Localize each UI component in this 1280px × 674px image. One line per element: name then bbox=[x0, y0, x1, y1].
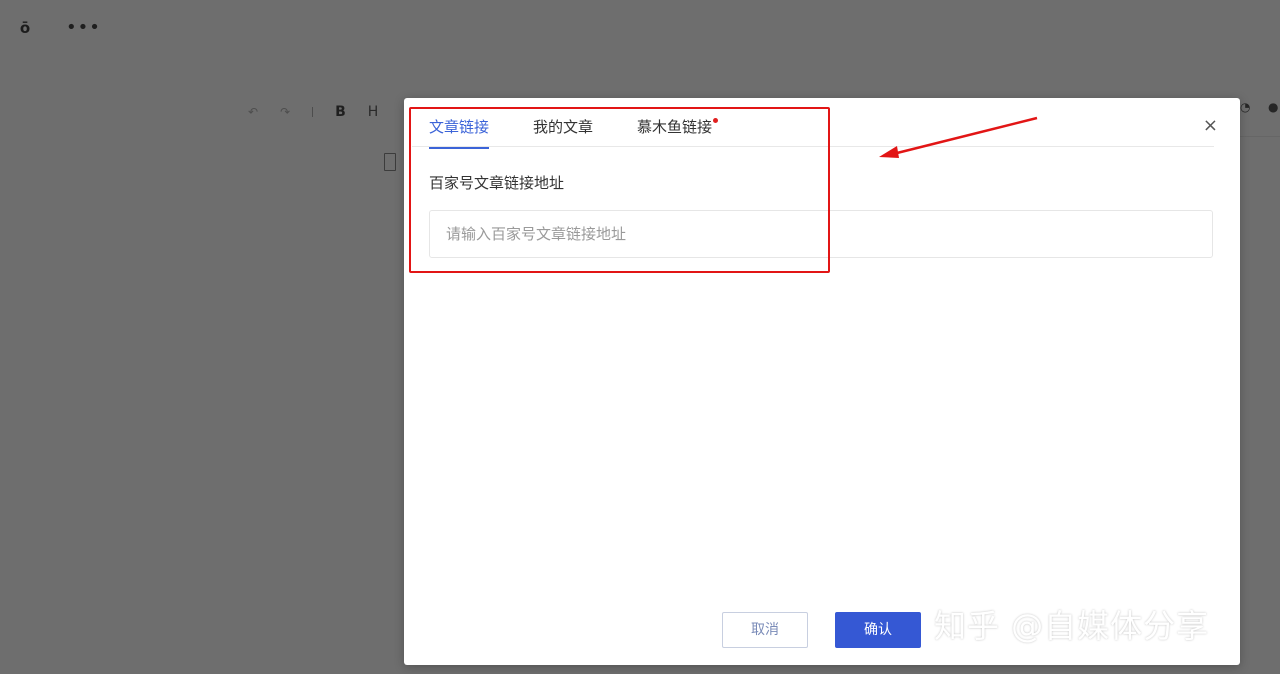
redo-icon[interactable]: ↷ bbox=[280, 102, 290, 122]
tab-label: 文章链接 bbox=[429, 118, 490, 136]
app-logo-icon[interactable]: ō bbox=[17, 20, 33, 36]
tab-my-articles[interactable]: 我的文章 bbox=[533, 116, 593, 144]
user-icon[interactable]: ● bbox=[1268, 100, 1280, 114]
watermark-text: 知乎 @自媒体分享 bbox=[934, 607, 1210, 645]
more-options-icon[interactable]: ••• bbox=[66, 18, 101, 38]
notification-dot bbox=[713, 118, 719, 123]
palette-icon[interactable]: ◔ bbox=[1240, 100, 1254, 114]
confirm-button[interactable]: 确认 bbox=[835, 612, 921, 648]
insert-link-dialog: 文章链接 我的文章 慕木鱼链接 × 百家号文章链接地址 取消 确认 bbox=[404, 98, 1240, 665]
close-icon[interactable]: × bbox=[1203, 116, 1218, 136]
article-url-label: 百家号文章链接地址 bbox=[429, 174, 565, 192]
cancel-button[interactable]: 取消 bbox=[722, 612, 808, 648]
tab-divider bbox=[412, 146, 1214, 147]
bold-button[interactable]: B bbox=[335, 102, 346, 122]
dialog-tabs: 文章链接 我的文章 慕木鱼链接 bbox=[429, 116, 756, 149]
tab-label: 我的文章 bbox=[533, 118, 594, 136]
undo-icon[interactable]: ↶ bbox=[248, 102, 258, 122]
document-icon bbox=[384, 153, 396, 171]
tab-label: 慕木鱼链接 bbox=[637, 118, 713, 136]
tab-article-link[interactable]: 文章链接 bbox=[429, 116, 490, 149]
right-side-panel: ◔ ● bbox=[1240, 96, 1280, 326]
editor-toolbar: ↶ ↷ B H bbox=[248, 102, 378, 122]
toolbar-divider bbox=[312, 107, 314, 117]
heading-button[interactable]: H bbox=[368, 102, 379, 122]
tab-mumuyu-link[interactable]: 慕木鱼链接 bbox=[637, 116, 719, 144]
side-divider bbox=[1240, 136, 1280, 137]
article-url-input[interactable] bbox=[429, 210, 1213, 258]
